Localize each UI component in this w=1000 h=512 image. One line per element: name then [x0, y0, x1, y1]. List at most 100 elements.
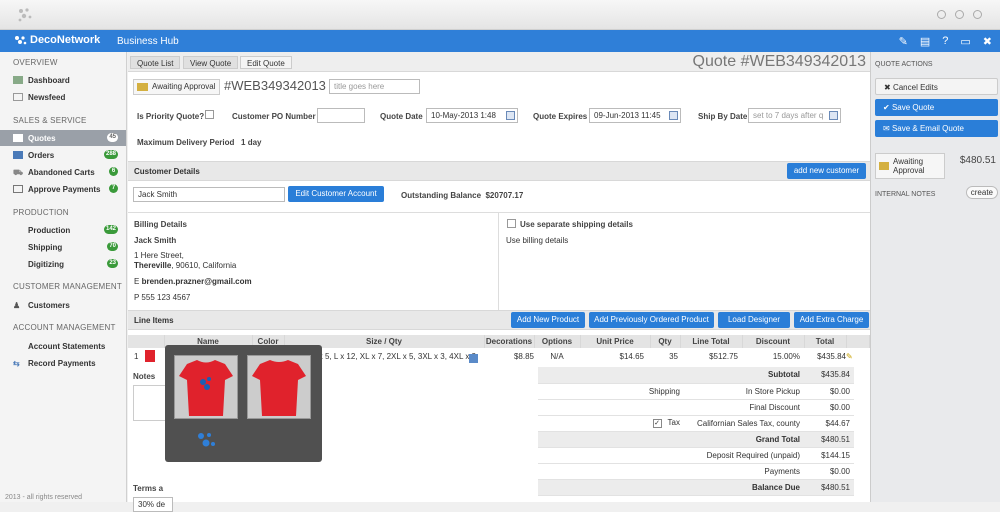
add-customer-button[interactable]: add new customer [787, 163, 866, 179]
tax-checkbox[interactable]: ✓ [652, 419, 662, 428]
totals-row: ✓ Tax Californian Sales Tax, county $44.67 [538, 415, 854, 432]
window-button-icon[interactable] [973, 10, 982, 19]
shipping-text: Use billing details [506, 236, 569, 245]
totals-row: Payments $0.00 [538, 463, 854, 480]
separate-shipping-checkbox[interactable] [507, 219, 516, 228]
title-input[interactable]: title goes here [329, 79, 420, 94]
help-icon[interactable]: ? [942, 35, 948, 48]
window-button-icon[interactable] [937, 10, 946, 19]
footer-text: 2013 - all rights reserved [5, 494, 83, 501]
add-extra-charge-button[interactable]: Add Extra Charge [794, 312, 869, 328]
sidebar-item-newsfeed[interactable]: Newsfeed [0, 89, 126, 105]
cancel-edits-button[interactable]: ✖ Cancel Edits [875, 78, 998, 95]
col-discount: Discount [742, 335, 805, 348]
actions-title: Quote Actions [875, 61, 933, 68]
terms-label: Terms a [133, 484, 164, 493]
count-badge: 6 [109, 167, 118, 176]
flag-icon[interactable]: ▤ [920, 35, 930, 48]
sidebar-item-orders[interactable]: Orders 288 [0, 147, 126, 163]
dashboard-icon [13, 76, 23, 84]
totals-row: Final Discount $0.00 [538, 399, 854, 416]
sidebar-item-abandoned-carts[interactable]: ⛟ Abandoned Carts 6 [0, 164, 126, 180]
row-decorations[interactable]: $8.85 [468, 348, 534, 364]
totals-row: Shipping In Store Pickup $0.00 [538, 383, 854, 400]
status-badge[interactable]: Awaiting Approval [133, 79, 221, 95]
cancel-icon: ✖ [884, 83, 893, 92]
count-badge: 45 [107, 133, 118, 142]
quote-date-input[interactable]: 10-May-2013 1:48 [426, 108, 518, 123]
sidebar-item-account-statements[interactable]: Account Statements [0, 338, 126, 354]
section-overview: Overview [13, 58, 58, 67]
ship-by-input[interactable]: set to 7 days after q [748, 108, 841, 123]
totals-row: Balance Due $480.51 [538, 479, 854, 496]
terms-select[interactable]: 30% de [133, 497, 173, 512]
save-quote-button[interactable]: ✔ Save Quote [875, 99, 998, 116]
calendar-icon[interactable] [669, 111, 678, 120]
priority-checkbox[interactable] [205, 110, 214, 119]
sidebar-item-digitizing[interactable]: Digitizing 23 [0, 256, 126, 272]
outstanding-balance: Outstanding Balance $20707.17 [401, 191, 524, 200]
load-designer-button[interactable]: Load Designer [718, 312, 790, 328]
row-qty: 35 [669, 351, 678, 361]
calendar-icon[interactable] [829, 111, 838, 120]
col-line-total: Line Total [680, 335, 743, 348]
quotes-icon [13, 134, 23, 142]
status-icon [879, 162, 889, 170]
billing-phone: P 555 123 4567 [134, 293, 191, 302]
close-icon[interactable]: ✖ [983, 35, 992, 48]
status-badge[interactable]: Awaiting Approval [875, 153, 945, 179]
col-qty: Qty [650, 335, 681, 348]
row-total: $435.84 [817, 351, 846, 361]
sidebar-item-production[interactable]: Production 142 [0, 222, 126, 238]
ship-by-label: Ship By Date [698, 112, 748, 121]
edit-icon[interactable]: ✎ [846, 348, 870, 364]
section-sales: Sales & Service [13, 116, 87, 125]
save-email-button[interactable]: ✉ Save & Email Quote [875, 120, 998, 137]
product-preview-popup [165, 345, 322, 462]
brand-logo[interactable]: DecoNetwork [14, 34, 100, 46]
row-discount: 15.00% [772, 351, 800, 361]
expires-label: Quote Expires [533, 112, 588, 121]
monitor-icon[interactable]: ▭ [960, 35, 970, 48]
totals-table: Subtotal $435.84 Shipping In Store Pickup $… [538, 367, 854, 496]
breadcrumb-view-quote[interactable]: View Quote [183, 56, 239, 69]
product-back-image[interactable] [247, 355, 311, 419]
row-options: N/A [550, 351, 564, 361]
sidebar-item-approve-payments[interactable]: Approve Payments 7 [0, 181, 126, 197]
edit-customer-button[interactable]: Edit Customer Account [288, 186, 384, 202]
billing-city: Thereville, 90610, California [134, 261, 237, 270]
po-input[interactable] [317, 108, 365, 123]
count-badge: 7 [109, 184, 118, 193]
sidebar-item-customers[interactable]: ♟ Customers [0, 297, 126, 313]
sidebar-item-shipping[interactable]: Shipping 70 [0, 239, 126, 255]
po-label: Customer PO Number [232, 112, 316, 121]
sidebar: Overview Dashboard Newsfeed Sales & Serv… [0, 52, 127, 502]
section-account-management: Account Management [13, 323, 116, 332]
sidebar-item-record-payments[interactable]: ⇆ Record Payments [0, 355, 126, 371]
section-production: Production [13, 208, 69, 217]
customer-select[interactable]: Jack Smith [133, 187, 285, 202]
row-unit-price: $14.65 [619, 351, 644, 361]
expires-input[interactable]: 09-Jun-2013 11:45 [589, 108, 681, 123]
add-previous-product-button[interactable]: Add Previously Ordered Product [589, 312, 714, 328]
product-thumbnail[interactable] [145, 350, 155, 362]
add-new-product-button[interactable]: Add New Product [511, 312, 585, 328]
count-badge: 142 [103, 225, 118, 234]
window-button-icon[interactable] [955, 10, 964, 19]
decoration-icon[interactable] [468, 353, 478, 363]
totals-row: Deposit Required (unpaid) $144.15 [538, 447, 854, 464]
sidebar-item-dashboard[interactable]: Dashboard [0, 72, 126, 88]
orders-icon [13, 151, 23, 159]
breadcrumb-edit-quote[interactable]: Edit Quote [240, 56, 292, 69]
priority-label: Is Priority Quote? [137, 112, 205, 121]
calendar-icon[interactable] [506, 111, 515, 120]
cart-icon: ⛟ [13, 168, 24, 177]
product-front-image[interactable] [174, 355, 238, 419]
tools-icon[interactable]: ✎ [899, 35, 908, 48]
people-icon: ♟ [13, 301, 21, 310]
sidebar-item-quotes[interactable]: Quotes 45 [0, 130, 126, 146]
section-customer-management: Customer Management [13, 282, 122, 291]
delivery-period: Maximum Delivery Period 1 day [137, 138, 262, 147]
create-note-button[interactable]: create [965, 186, 998, 199]
breadcrumb-quote-list[interactable]: Quote List [130, 56, 181, 69]
